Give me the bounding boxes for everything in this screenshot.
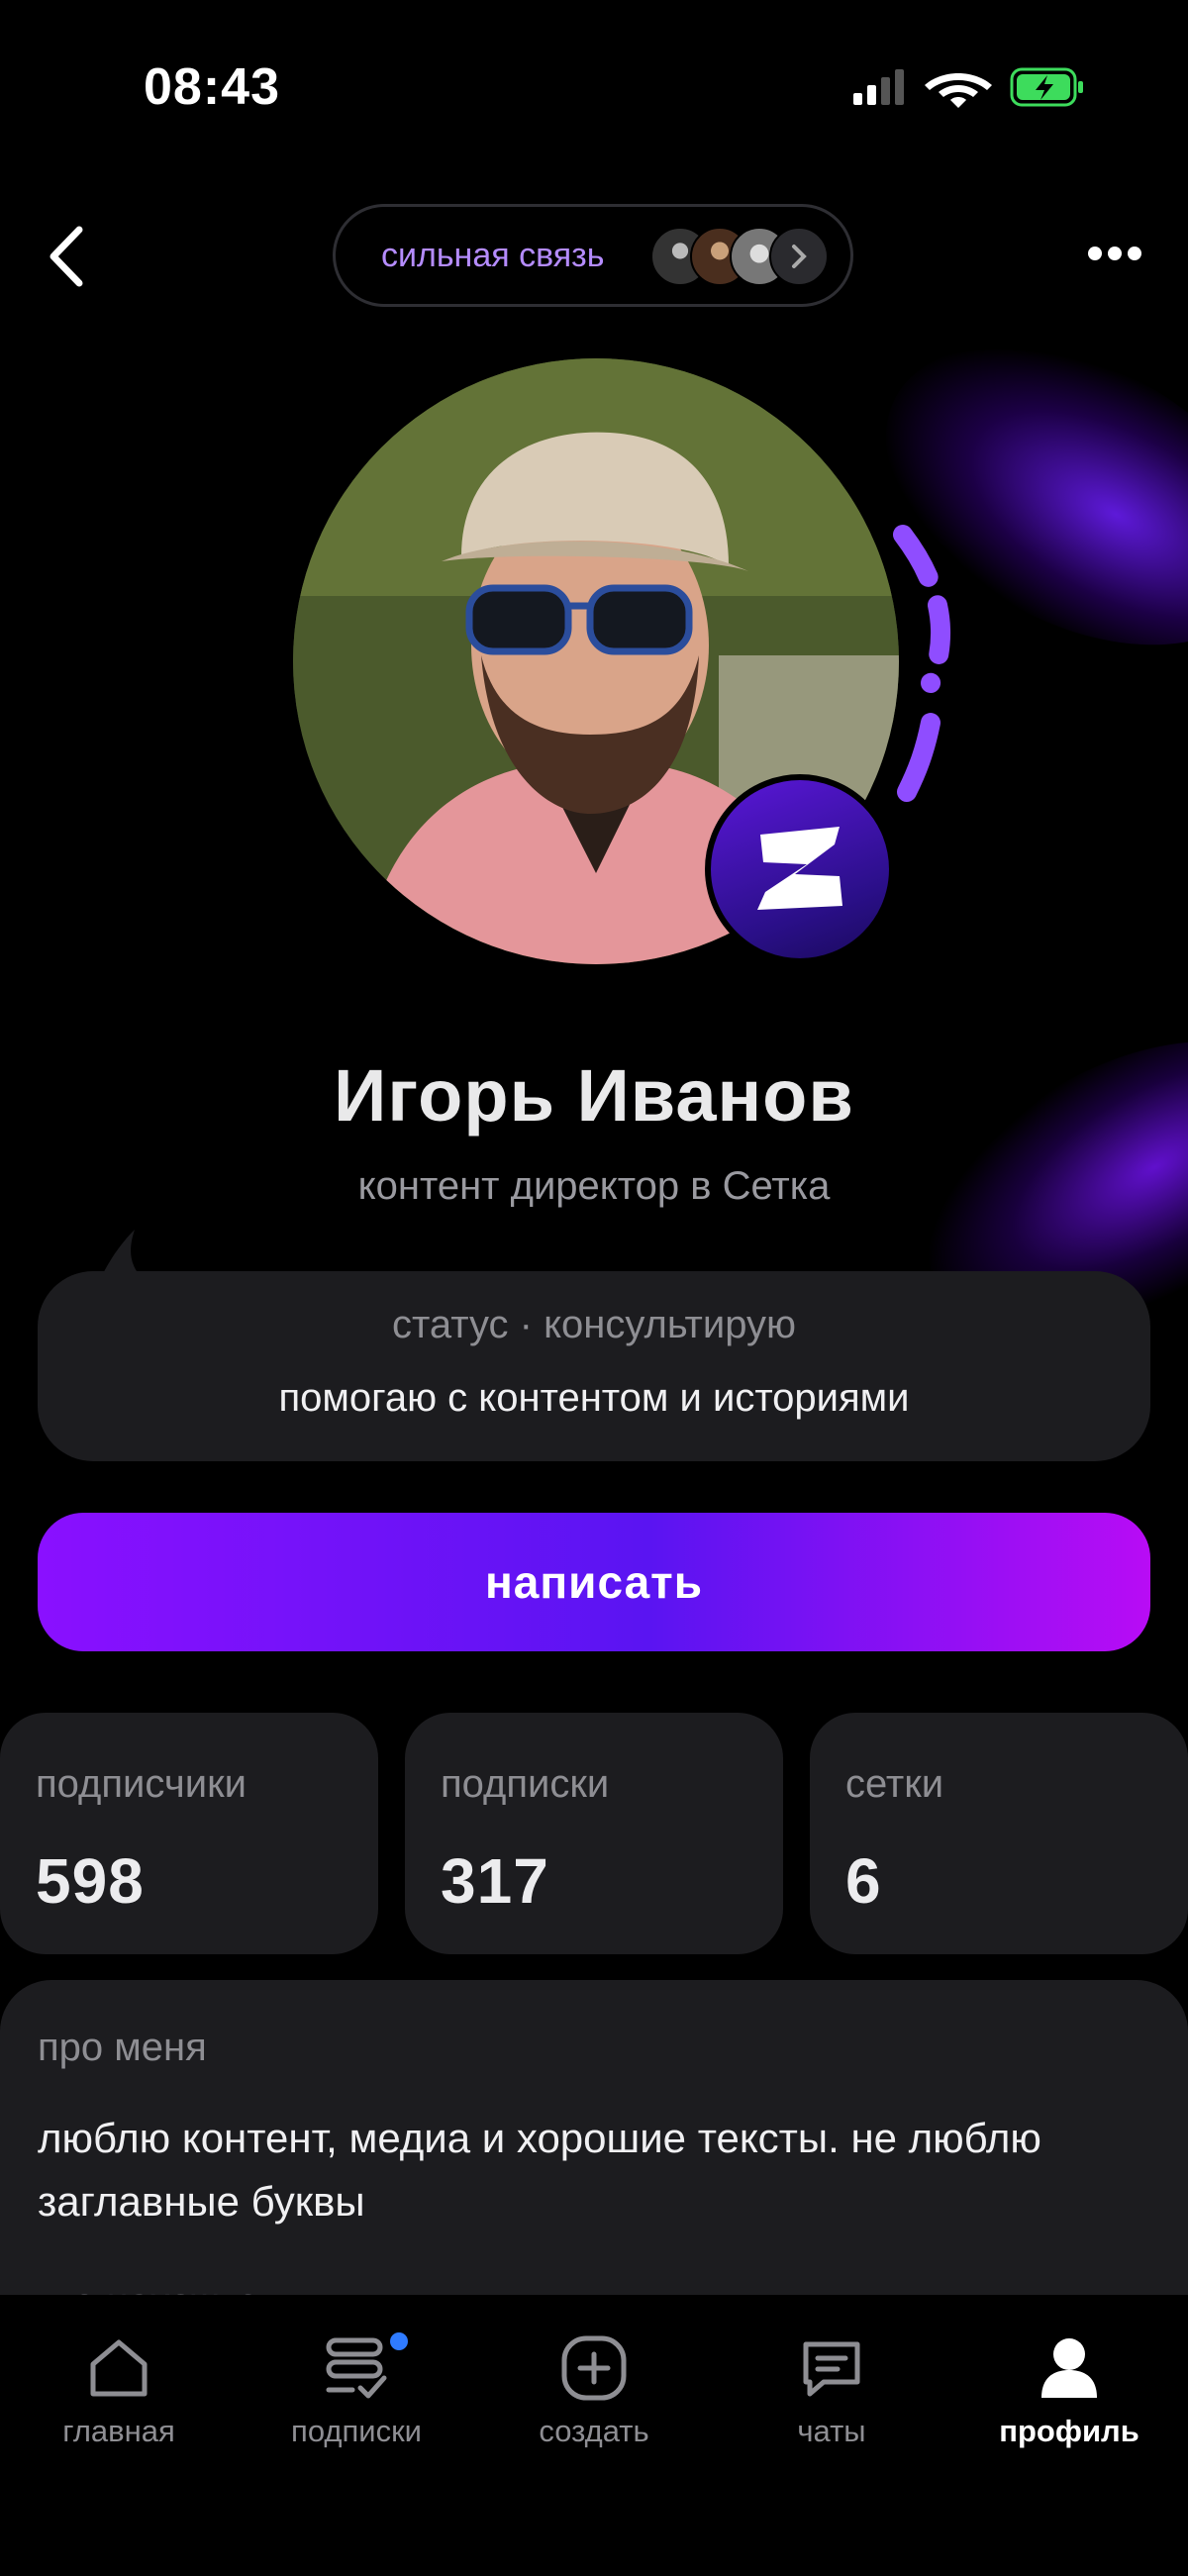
connection-pill[interactable]: сильная связь: [333, 204, 853, 307]
profile-role: контент директор в Сетка: [357, 1164, 831, 1208]
status-icons: [853, 67, 1083, 108]
more-options-icon[interactable]: [1087, 246, 1142, 261]
about-title: про меня: [38, 2026, 207, 2069]
tab-label: чаты: [797, 2414, 866, 2448]
stat-value: 6: [845, 1845, 882, 1917]
create-icon: [561, 2335, 627, 2401]
stat-label: подписки: [441, 1762, 610, 1806]
connection-label: сильная связь: [381, 236, 605, 274]
stat-value: 317: [441, 1845, 549, 1917]
stat-followers[interactable]: подписчики 598: [0, 1713, 378, 1954]
tab-label: подписки: [291, 2414, 422, 2448]
tab-label: создать: [539, 2414, 649, 2448]
chat-icon: [803, 2341, 860, 2397]
tab-label: главная: [62, 2414, 175, 2448]
home-icon: [90, 2339, 148, 2397]
tab-label: профиль: [999, 2414, 1139, 2448]
profile-icon: [1041, 2338, 1097, 2398]
setka-logo-icon: [757, 827, 842, 910]
subscriptions-icon: [326, 2337, 387, 2399]
stat-following[interactable]: подписки 317: [405, 1713, 783, 1954]
chevron-right-icon: [769, 227, 829, 286]
status-text: помогаю с контентом и историями: [278, 1376, 910, 1420]
wifi-icon: [925, 73, 992, 108]
battery-icon: [1010, 67, 1083, 107]
stat-value: 598: [36, 1845, 145, 1917]
status-card[interactable]: [38, 1271, 1150, 1461]
stat-networks[interactable]: сетки 6: [810, 1713, 1188, 1954]
profile-name: Игорь Иванов: [334, 1054, 854, 1137]
status-time: 08:43: [144, 58, 280, 116]
signal-icon: [853, 69, 904, 105]
write-message-button[interactable]: написать: [38, 1513, 1150, 1651]
setka-logo-badge: [705, 774, 895, 964]
tab-create[interactable]: создать: [475, 2332, 713, 2449]
tab-home[interactable]: главная: [0, 2332, 238, 2449]
stat-label: сетки: [845, 1762, 944, 1806]
tab-subscriptions[interactable]: подписки: [238, 2332, 475, 2449]
about-text: люблю контент, медиа и хорошие тексты. н…: [38, 2115, 1041, 2225]
tab-chats[interactable]: чаты: [713, 2332, 950, 2449]
tab-profile[interactable]: профиль: [950, 2332, 1188, 2449]
connection-avatars: [650, 227, 848, 286]
status-heading: статус · консультирую: [391, 1303, 797, 1346]
back-icon[interactable]: [40, 222, 99, 291]
stat-label: подписчики: [36, 1762, 247, 1806]
notification-dot: [390, 2332, 408, 2350]
